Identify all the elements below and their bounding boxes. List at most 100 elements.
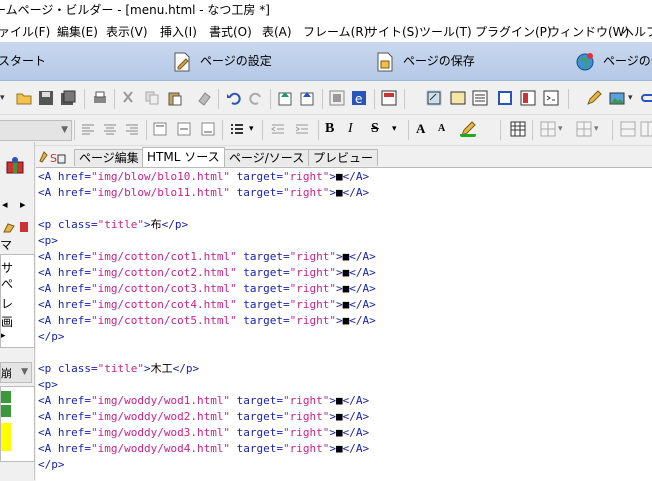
bullet-list-icon[interactable] [229,121,245,137]
source-line[interactable]: <A href="img/cotton/cot3.html" target="r… [38,281,376,297]
menu-file[interactable]: ァイル(F) [0,23,50,40]
dropdown-arrow-icon[interactable]: ▾ [0,90,8,106]
panel-arrow-left[interactable]: ◂ [2,198,8,211]
source-view-icon[interactable] [543,90,559,106]
panel-arrow-right[interactable]: ▸ [20,198,26,211]
tab-html-source[interactable]: HTML ソース [142,147,225,167]
align-right-icon[interactable] [124,121,140,137]
align-center-icon[interactable] [102,121,118,137]
source-line[interactable]: <A href="img/blow/blo10.html" target="ri… [38,169,369,185]
table-row-icon[interactable] [540,121,556,137]
source-line[interactable]: <A href="img/cotton/cot2.html" target="r… [38,265,376,281]
tab-page-edit[interactable]: ページ編集 [74,149,144,166]
page-settings-button[interactable]: ページの設定 [172,42,292,80]
publish-icon[interactable] [299,90,315,106]
menu-table[interactable]: 表(A) [262,23,292,40]
list-view-icon[interactable] [472,90,488,106]
table-split-icon[interactable] [640,121,652,137]
page-publish-button[interactable]: ページの公 [575,42,652,80]
color-swatch[interactable] [1,405,11,417]
panel-list-item[interactable]: レ [1,295,13,312]
font-smaller-icon[interactable]: A [438,121,454,137]
link-icon[interactable] [640,90,652,106]
menu-insert[interactable]: 挿入(I) [160,23,197,40]
page-save-button[interactable]: ページの保存 [375,42,485,80]
table-view-icon[interactable] [497,90,513,106]
panel-list-arrow[interactable]: ▸ [1,331,6,341]
source-line[interactable]: <p class="title">布</p> [38,217,188,233]
panel-select[interactable]: 崩 ▼ [0,362,32,383]
spell-check-icon[interactable]: S [38,149,68,165]
strikethrough-icon[interactable]: S [371,121,387,137]
save-icon[interactable] [38,90,54,106]
menu-plugins[interactable]: プラグイン(P) [475,23,552,40]
source-line[interactable]: <A href="img/woddy/wod3.html" target="ri… [38,425,369,441]
start-button[interactable]: スタート [0,42,46,80]
menu-view[interactable]: 表示(V) [106,23,148,40]
copy-icon[interactable] [144,90,160,106]
style-select[interactable]: ▼ [0,120,72,141]
valign-bottom-icon[interactable] [200,121,216,137]
dropdown-arrow-icon[interactable]: ▾ [392,121,400,137]
text-color-icon[interactable] [460,121,476,137]
menu-window[interactable]: ウィンドウ(W) [548,23,629,40]
menu-site[interactable]: サイト(S) [366,23,419,40]
gift-box-icon[interactable] [4,154,26,176]
dropdown-arrow-icon[interactable]: ▾ [594,121,602,137]
menu-frame[interactable]: フレーム(R) [303,23,368,40]
dropdown-arrow-icon[interactable]: ▾ [558,121,566,137]
source-line[interactable]: <A href="img/cotton/cot4.html" target="r… [38,297,376,313]
panel-list-item[interactable]: 画 [1,313,13,330]
menu-edit[interactable]: 編集(E) [57,23,98,40]
table-col-icon[interactable] [576,121,592,137]
stamp-icon[interactable] [18,220,30,234]
html-source-editor[interactable]: <A href="img/blow/blo10.html" target="ri… [36,167,652,481]
internet-explorer-icon[interactable]: e [351,90,367,106]
indent-icon[interactable] [294,121,310,137]
bold-icon[interactable]: B [325,121,341,137]
source-line[interactable]: </p> [38,329,65,345]
tab-page-source[interactable]: ページ/ソース [224,149,310,166]
source-line[interactable]: <A href="img/blow/blo11.html" target="ri… [38,185,369,201]
split-view-icon[interactable] [520,90,536,106]
source-line[interactable]: <p class="title">木工</p> [38,361,199,377]
upload-icon[interactable] [277,90,293,106]
undo-icon[interactable] [226,90,242,106]
panel-tab-label[interactable]: マ [0,236,12,253]
menu-help[interactable]: ヘルプ [622,23,652,40]
source-line[interactable]: <p> [38,377,58,393]
panel-list-item[interactable]: サ [1,259,13,276]
menu-tools[interactable]: ツール(T) [419,23,472,40]
source-line[interactable]: <A href="img/woddy/wod2.html" target="ri… [38,409,369,425]
source-line[interactable]: <A href="img/woddy/wod1.html" target="ri… [38,393,369,409]
layout-frame-icon[interactable] [450,90,466,106]
eraser-icon[interactable] [196,90,212,106]
source-line[interactable]: <p> [38,233,58,249]
print-icon[interactable] [92,90,108,106]
cut-icon[interactable] [120,90,136,106]
italic-icon[interactable]: I [348,121,364,137]
panel-list-item[interactable]: ぺ [1,275,13,292]
insert-image-icon[interactable] [609,90,625,106]
image-frame-icon[interactable] [329,90,345,106]
save-all-icon[interactable] [60,90,76,106]
align-left-icon[interactable] [80,121,96,137]
font-larger-icon[interactable]: A [416,121,432,137]
dropdown-arrow-icon[interactable]: ▾ [628,90,636,106]
open-folder-icon[interactable] [16,90,32,106]
edit-mode-icon[interactable] [426,90,442,106]
insert-table-icon[interactable] [510,121,526,137]
table-merge-icon[interactable] [620,121,636,137]
source-line[interactable]: <A href="img/cotton/cot1.html" target="r… [38,249,376,265]
color-swatch[interactable] [1,423,11,451]
preview-icon[interactable] [381,90,397,106]
valign-top-icon[interactable] [152,121,168,137]
color-swatch-list[interactable] [0,386,35,462]
menu-format[interactable]: 書式(O) [209,23,252,40]
redo-icon[interactable] [248,90,264,106]
source-line[interactable]: </p> [38,457,65,473]
paste-icon[interactable] [167,90,183,106]
outdent-icon[interactable] [270,121,286,137]
source-line[interactable]: <A href="img/cotton/cot5.html" target="r… [38,313,376,329]
valign-middle-icon[interactable] [176,121,192,137]
